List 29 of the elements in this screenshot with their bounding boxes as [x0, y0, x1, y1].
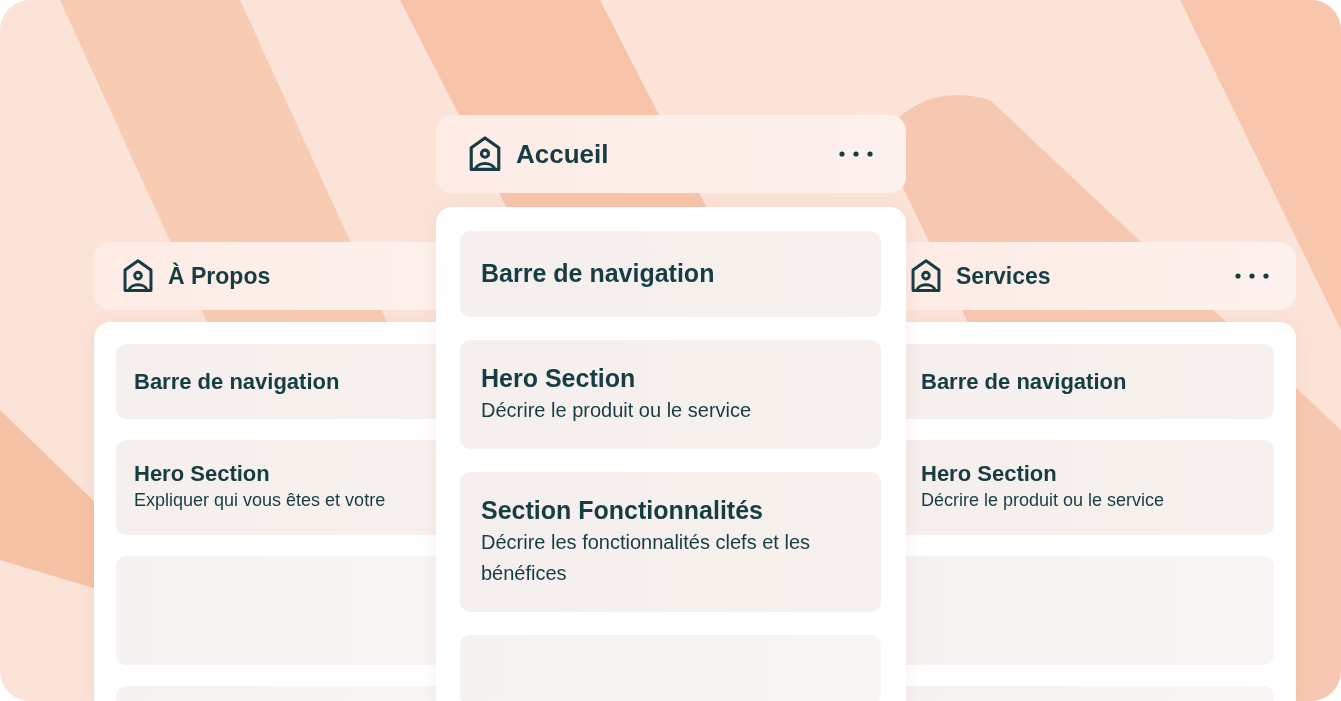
section-card[interactable]: Barre de navigation [116, 344, 436, 419]
section-title: Hero Section [481, 363, 637, 395]
section-description: Décrire les fonctionnalités clefs et les bénéfices [481, 529, 812, 586]
column-header[interactable]: Accueil [436, 115, 906, 193]
section-card[interactable]: Hero Section Décrire le produit ou le service [906, 440, 1274, 535]
column-title: À Propos [168, 262, 272, 290]
section-description: Décrire le produit ou le service [921, 489, 1166, 513]
section-title: Section Fonctionnalités [481, 495, 764, 527]
column-title: Services [956, 262, 1052, 290]
more-options-icon[interactable] [1234, 272, 1270, 280]
section-card[interactable]: Section Fonctionnalités Décrire les fonctionnalités clefs et les bénéfices [460, 472, 881, 612]
section-card[interactable]: Hero Section Expliquer qui vous êtes et votre [116, 440, 436, 535]
home-person-icon [910, 258, 942, 294]
home-person-icon [468, 135, 502, 173]
section-card[interactable]: Hero Section Décrire le produit ou le service [460, 340, 881, 449]
column-header[interactable]: À Propos [94, 242, 436, 310]
section-card[interactable]: Barre de navigation [460, 231, 881, 317]
section-title: Barre de navigation [134, 367, 341, 396]
more-options-icon[interactable] [838, 150, 874, 158]
section-title: Hero Section [921, 459, 1058, 488]
section-title: Barre de navigation [481, 258, 716, 290]
section-description: Expliquer qui vous êtes et votre [134, 489, 387, 513]
column-header[interactable]: Services [906, 242, 1296, 310]
section-title: Barre de navigation [921, 367, 1128, 396]
section-title: Hero Section [134, 459, 271, 488]
column-title: Accueil [516, 138, 610, 170]
section-card[interactable]: Barre de navigation [906, 344, 1274, 419]
section-description: Décrire le produit ou le service [481, 397, 753, 423]
home-person-icon [122, 258, 154, 294]
